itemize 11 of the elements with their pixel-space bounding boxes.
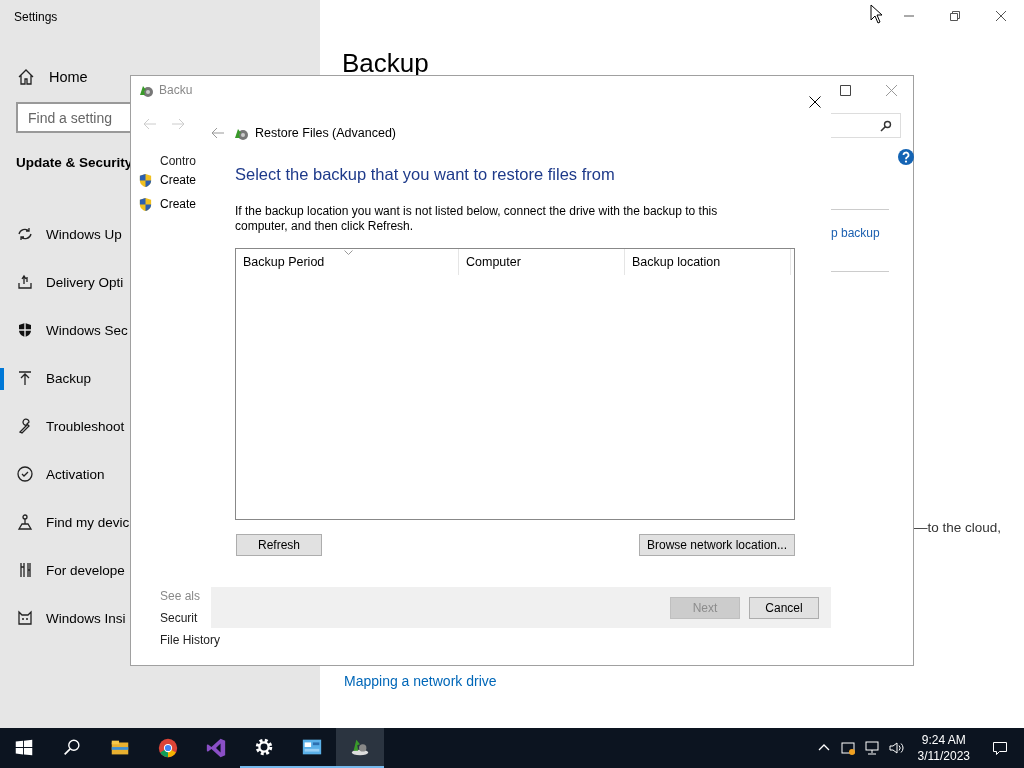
dialog-title: Restore Files (Advanced): [255, 126, 397, 140]
window-title: Settings: [14, 10, 59, 24]
window-title: Backu: [159, 83, 193, 97]
instruction-text: If the backup location you want is not listed below, connect the drive with the backup to this computer, and then click Refresh.: [235, 204, 719, 234]
see-also-heading: See als: [160, 589, 202, 603]
page-heading: Backup: [342, 50, 429, 76]
section-title: Update & Security: [16, 155, 133, 170]
time-text: 9:24 AM: [921, 732, 966, 748]
dialog-heading: Select the backup that you want to restore files from: [235, 165, 616, 184]
date-text: 3/11/2023: [917, 748, 970, 764]
body-text: —to the cloud,: [914, 520, 1002, 535]
